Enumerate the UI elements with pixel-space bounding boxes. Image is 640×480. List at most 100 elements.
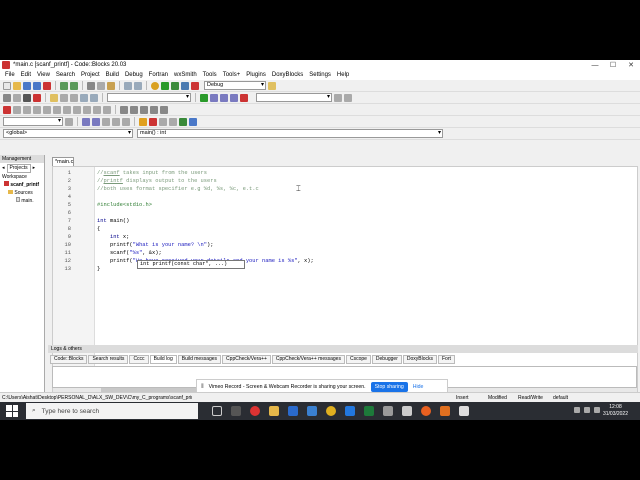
store-icon[interactable]	[307, 406, 317, 416]
code-line[interactable]: 4	[68, 193, 314, 201]
copy-icon[interactable]	[97, 81, 105, 90]
nav-back-icon[interactable]	[65, 117, 73, 126]
minimize-button[interactable]: —	[586, 62, 604, 69]
zoom-in-icon[interactable]	[120, 105, 128, 114]
scope-select[interactable]: <global>	[3, 129, 133, 138]
menu-doxyblocks[interactable]: DoxyBlocks	[269, 72, 306, 78]
close-button[interactable]: ✕	[622, 61, 640, 69]
jump-icon[interactable]	[80, 93, 88, 102]
menu-view[interactable]: View	[34, 72, 53, 78]
log-tab[interactable]: Build messages	[177, 354, 222, 364]
excel-icon[interactable]	[364, 406, 374, 416]
firefox-icon[interactable]	[421, 406, 431, 416]
redo-icon[interactable]	[70, 81, 78, 90]
find-next-icon[interactable]	[60, 93, 68, 102]
menu-tools[interactable]: Tools	[200, 72, 220, 78]
target-options-icon[interactable]	[268, 81, 276, 90]
build-target-select[interactable]: Debug	[204, 81, 266, 90]
undo-icon[interactable]	[60, 81, 68, 90]
mail-icon[interactable]	[288, 406, 298, 416]
taskbar-clock[interactable]: 12:08 31/03/2022	[603, 404, 628, 418]
step-out-icon[interactable]	[220, 93, 228, 102]
code-line[interactable]: 2 //printf displays output to the users	[68, 177, 314, 185]
pause-icon[interactable]	[102, 117, 110, 126]
word-icon[interactable]	[345, 406, 355, 416]
next-line-icon[interactable]	[230, 93, 238, 102]
network-icon[interactable]	[574, 407, 580, 413]
menu-search[interactable]: Search	[53, 72, 78, 78]
build-and-run-icon[interactable]	[171, 81, 179, 90]
menu-wxsmith[interactable]: wxSmith	[171, 72, 200, 78]
log-tab[interactable]: Cccc	[129, 354, 149, 364]
code-line[interactable]: 5 #include<stdio.h>	[68, 201, 314, 209]
log-tab[interactable]: Build log	[149, 354, 177, 364]
replace-icon[interactable]	[134, 81, 142, 90]
code-line[interactable]: 6	[68, 209, 314, 217]
menu-edit[interactable]: Edit	[18, 72, 34, 78]
break-icon[interactable]	[103, 105, 111, 114]
code-completion-select[interactable]	[107, 93, 191, 102]
taskbar-search-box[interactable]: ⌕ Type here to search	[26, 403, 198, 419]
tab-projects[interactable]: Projects	[6, 163, 31, 173]
doxy-icon-d[interactable]	[169, 117, 177, 126]
code-line[interactable]: 9 int x;	[68, 233, 314, 241]
tab-right-arrow-icon[interactable]: ▸	[31, 165, 38, 171]
log-tab[interactable]: Debugger	[371, 354, 402, 364]
block-icon[interactable]	[13, 105, 21, 114]
highlight-icon[interactable]	[50, 93, 58, 102]
log-tab[interactable]: CppCheck/Vera++	[222, 354, 271, 364]
bookmark-icon[interactable]	[90, 93, 98, 102]
indent-icon[interactable]	[13, 93, 21, 102]
menu-debug[interactable]: Debug	[122, 72, 146, 78]
code-line[interactable]: 3 //both uses format specifier e.g %d, %s…	[68, 185, 314, 193]
arrow-icon[interactable]	[3, 105, 11, 114]
nav-icon-c[interactable]	[112, 117, 120, 126]
log-tab[interactable]: Cscope	[345, 354, 371, 364]
menu-file[interactable]: File	[2, 72, 18, 78]
code-line[interactable]: 8{	[68, 225, 314, 233]
rebuild-icon[interactable]	[181, 81, 189, 90]
debug-continue-icon[interactable]	[200, 93, 208, 102]
code-area[interactable]: 1 //scanf takes input from the users 2 //pr…	[65, 169, 314, 273]
save-icon[interactable]	[23, 81, 31, 90]
codeblocks-task-icon[interactable]	[459, 406, 469, 416]
menu-help[interactable]: Help	[334, 72, 352, 78]
print-icon[interactable]	[160, 105, 168, 114]
opera-icon[interactable]	[250, 406, 260, 416]
stop-sharing-button[interactable]: Stop sharing	[370, 382, 408, 392]
open-folder-icon[interactable]	[13, 81, 21, 90]
task-view-icon[interactable]	[212, 406, 222, 416]
new-file-icon[interactable]	[3, 81, 11, 90]
if-icon[interactable]	[83, 105, 91, 114]
abort-icon[interactable]	[191, 81, 199, 90]
cut-icon[interactable]	[87, 81, 95, 90]
search-next-icon[interactable]	[344, 93, 352, 102]
maximize-button[interactable]: ☐	[604, 61, 622, 69]
menu-plugins[interactable]: Plugins	[243, 72, 269, 78]
windows-start-icon[interactable]	[6, 405, 18, 417]
stop-debug-icon[interactable]	[33, 93, 41, 102]
step-into-icon[interactable]	[210, 93, 218, 102]
loop-icon[interactable]	[23, 105, 31, 114]
menu-project[interactable]: Project	[78, 72, 103, 78]
menu-fortran[interactable]: Fortran	[146, 72, 171, 78]
doxy-icon-e[interactable]	[179, 117, 187, 126]
app-icon-c[interactable]	[402, 406, 412, 416]
search-prev-icon[interactable]	[334, 93, 342, 102]
app-icon-b[interactable]	[383, 406, 393, 416]
case-icon[interactable]	[93, 105, 101, 114]
file-select[interactable]	[3, 117, 63, 126]
while-icon[interactable]	[63, 105, 71, 114]
code-line[interactable]: 10 printf("What is your name? \n");	[65, 241, 314, 249]
for-icon[interactable]	[53, 105, 61, 114]
file-explorer-icon[interactable]	[269, 406, 279, 416]
tree-workspace[interactable]: Workspace	[2, 173, 44, 181]
log-tab[interactable]: DoxyBlocks	[402, 354, 437, 364]
run-icon[interactable]	[161, 81, 169, 90]
log-tab[interactable]: Code::Blocks	[50, 354, 88, 364]
zoom-out-icon[interactable]	[130, 105, 138, 114]
wrap-icon[interactable]	[23, 93, 31, 102]
code-line[interactable]: 7 int main()	[68, 217, 314, 225]
save-all-icon[interactable]	[33, 81, 41, 90]
battery-icon[interactable]	[594, 407, 600, 413]
